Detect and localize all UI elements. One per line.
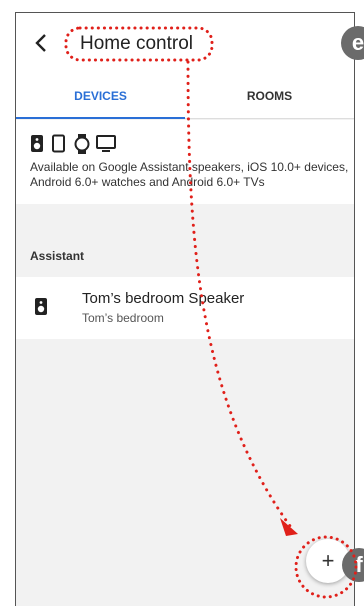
back-button[interactable] [30,29,54,57]
availability-text: Available on Google Assistant speakers, … [30,160,349,189]
speaker-icon [35,298,47,315]
watch-icon [74,134,90,154]
device-type-icons [30,134,130,154]
phone-icon [52,134,65,153]
speaker-icon [31,135,43,152]
app-screen: Home control DEVICES ROOMS Available on … [15,12,355,606]
device-list-item[interactable]: Tom’s bedroom Speaker Tom’s bedroom [16,277,354,339]
tab-rooms[interactable]: ROOMS [185,73,354,119]
top-app-bar: Home control [16,13,354,73]
device-room: Tom’s bedroom [82,311,164,325]
plus-icon: + [321,548,335,573]
section-header-assistant: Assistant [30,249,85,263]
page-title: Home control [80,33,193,54]
tv-icon [96,135,116,152]
availability-card: Available on Google Assistant speakers, … [16,120,354,204]
device-name: Tom’s bedroom Speaker [82,290,245,307]
chevron-left-icon [35,34,46,52]
tab-devices[interactable]: DEVICES [16,73,185,119]
tab-bar: DEVICES ROOMS [16,73,354,119]
